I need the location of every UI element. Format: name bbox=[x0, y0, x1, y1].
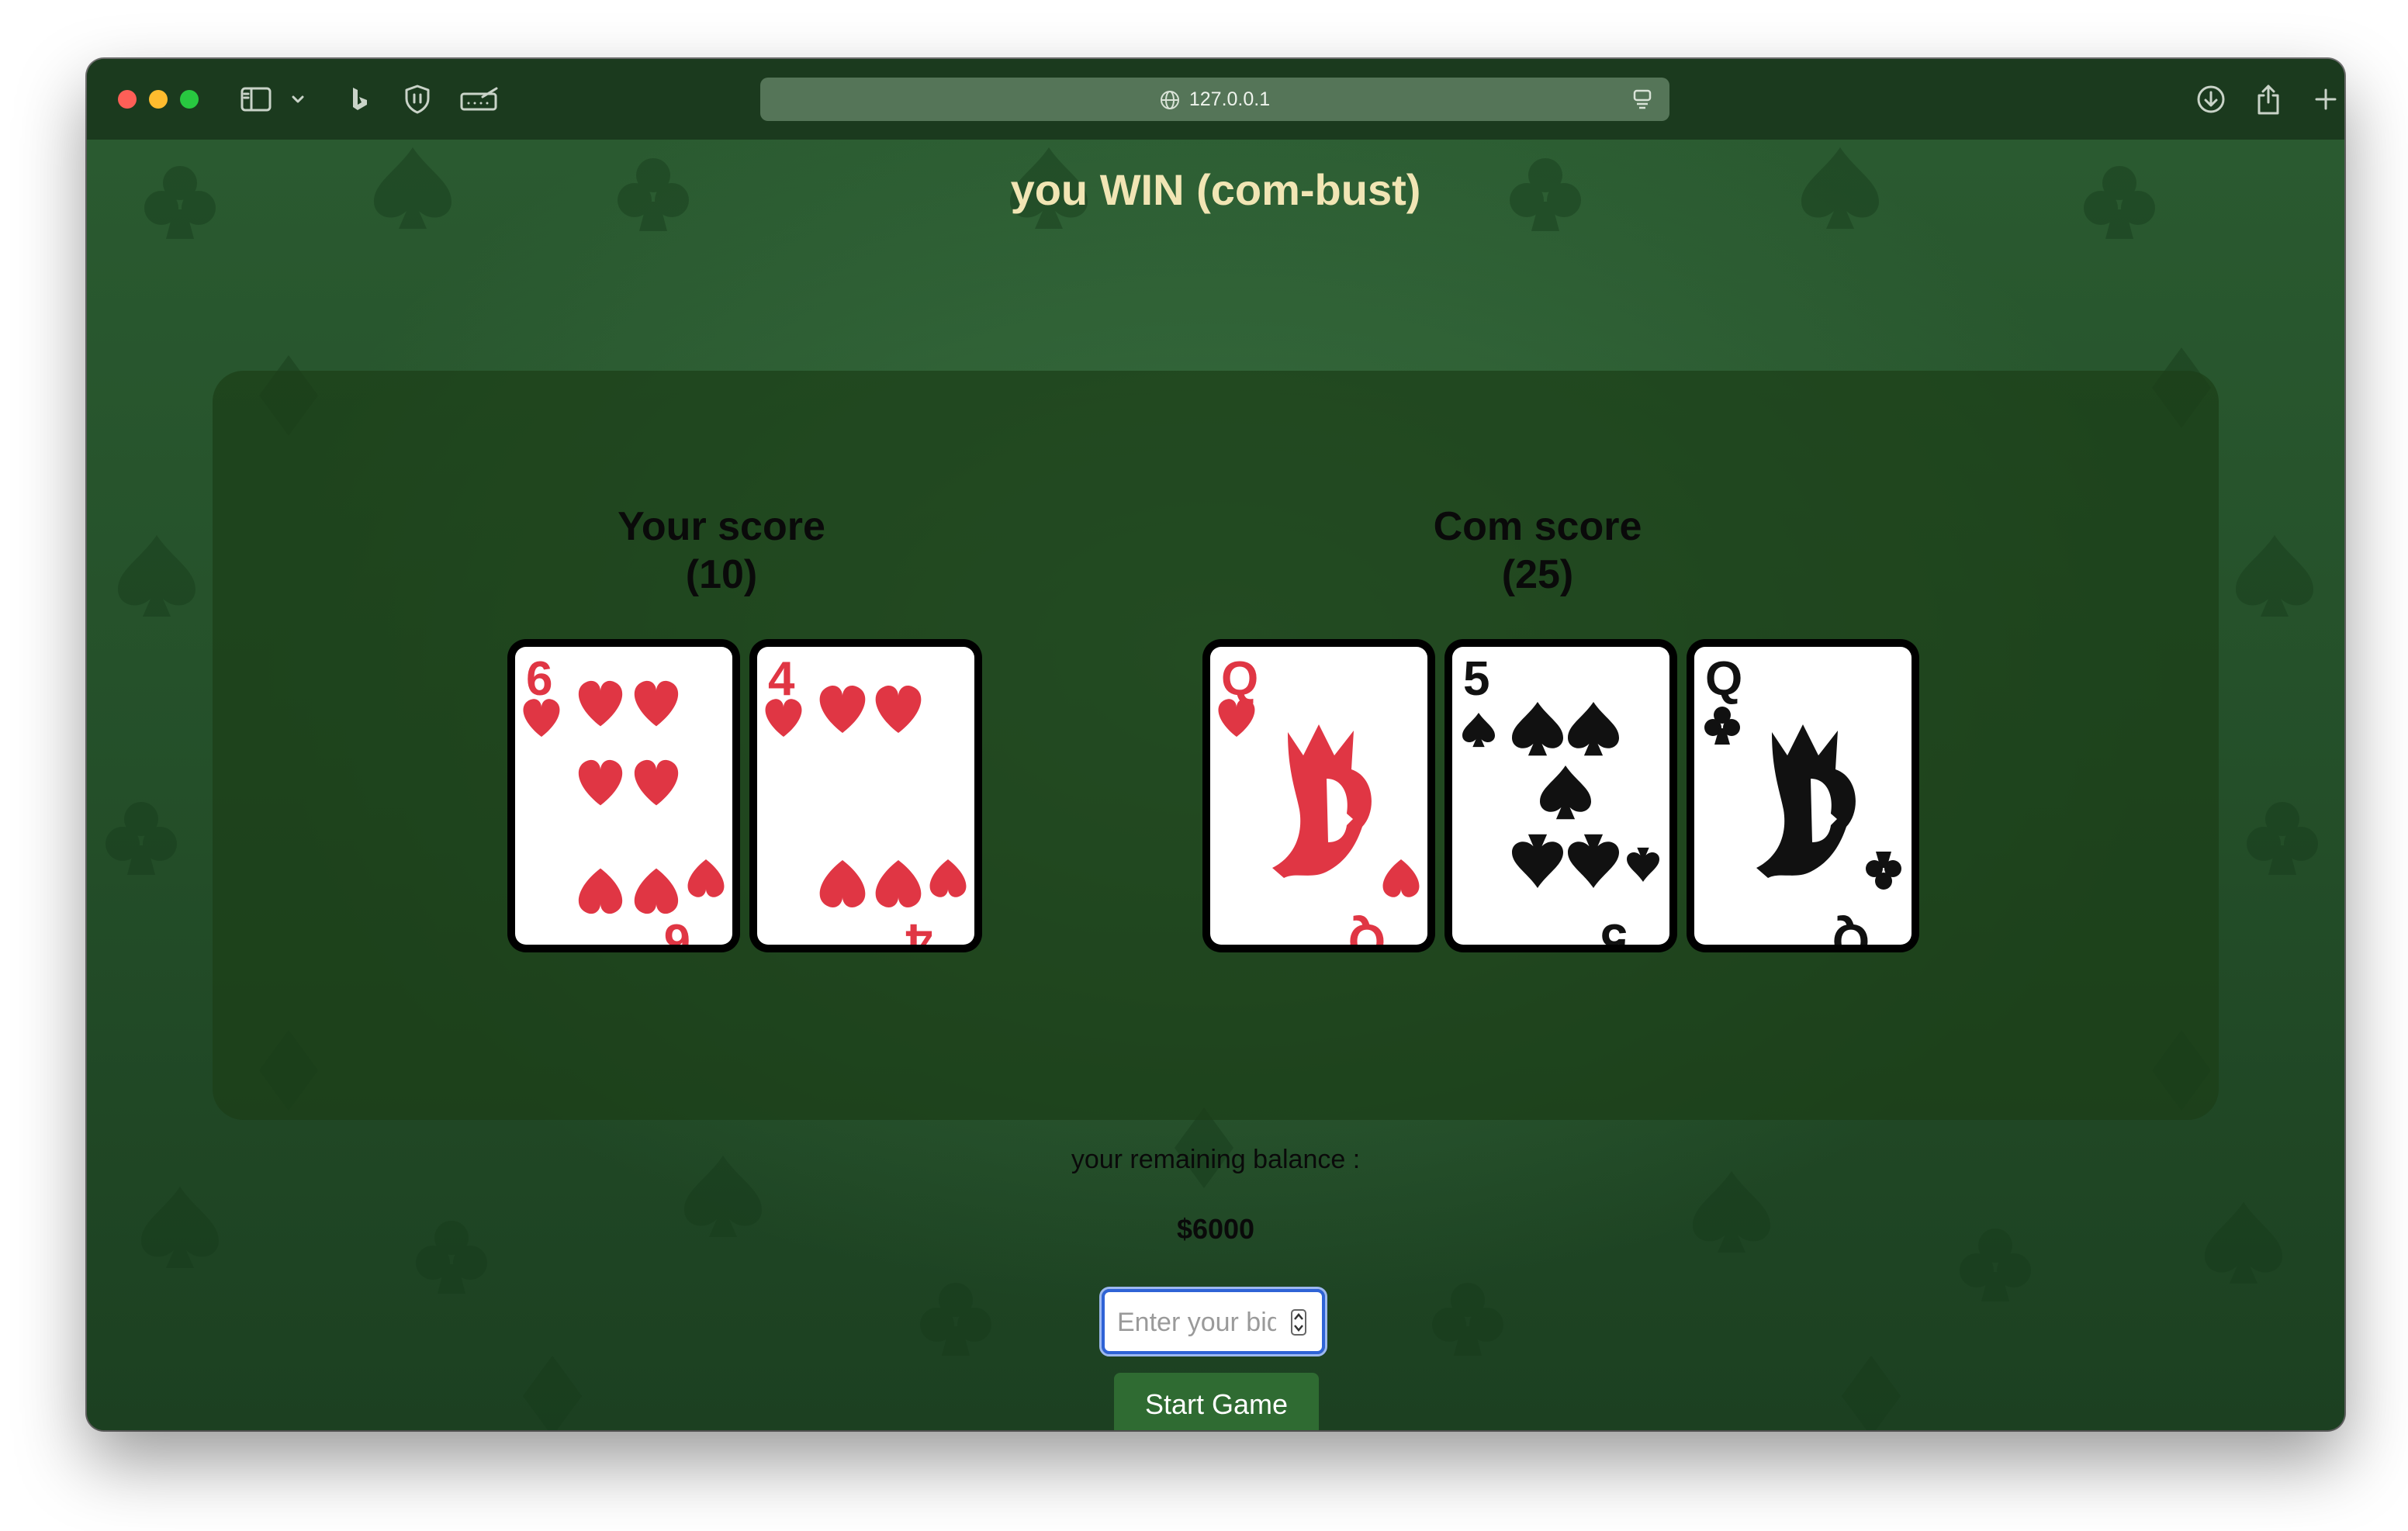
page-content: you WIN (com-bust) Your score (10) Com s… bbox=[87, 140, 2344, 1430]
card-rank-top: 4 bbox=[768, 652, 795, 706]
balance-label: your remaining balance : bbox=[1071, 1145, 1361, 1174]
card-rank-bottom: 6 bbox=[664, 914, 690, 945]
card-table-panel: Your score (10) Com score (25) 6 6 4 4 Q… bbox=[213, 371, 2219, 1120]
com-card-2: 5 5 bbox=[1444, 639, 1677, 952]
zoom-window-button[interactable] bbox=[180, 90, 199, 109]
browser-window: 127.0.0.1 you WIN (com-bust) Your score … bbox=[87, 59, 2344, 1430]
share-icon[interactable] bbox=[2253, 81, 2284, 118]
card-rank-bottom: 5 bbox=[1601, 914, 1628, 945]
card-rank-top: Q bbox=[1221, 652, 1258, 706]
game-result-title: you WIN (com-bust) bbox=[1010, 165, 1421, 214]
four-of-hearts-card-art: 4 4 bbox=[765, 652, 967, 945]
globe-icon bbox=[1160, 91, 1179, 109]
bid-input-field[interactable] bbox=[1099, 1287, 1327, 1356]
player-score-value: (10) bbox=[685, 552, 758, 597]
six-of-hearts-card-art: 6 6 bbox=[523, 652, 725, 945]
new-tab-icon[interactable] bbox=[2310, 81, 2341, 118]
number-stepper-icon[interactable] bbox=[1291, 1309, 1306, 1336]
bing-icon[interactable] bbox=[343, 81, 377, 118]
address-bar[interactable]: 127.0.0.1 bbox=[760, 78, 1669, 121]
sidebar-icon[interactable] bbox=[237, 81, 275, 118]
card-rank-bottom: 4 bbox=[905, 914, 932, 945]
balance-value: $6000 bbox=[1176, 1213, 1255, 1245]
com-card-1: Q Q bbox=[1202, 639, 1435, 952]
card-rank-bottom: Q bbox=[1348, 914, 1386, 945]
bid-input[interactable] bbox=[1116, 1292, 1289, 1353]
close-window-button[interactable] bbox=[118, 90, 137, 109]
card-rank-top: 6 bbox=[526, 652, 552, 706]
start-game-button[interactable]: Start Game bbox=[1114, 1373, 1319, 1430]
player-card-2: 4 4 bbox=[749, 639, 982, 952]
shield-icon[interactable] bbox=[400, 81, 434, 118]
card-rank-bottom: Q bbox=[1832, 914, 1870, 945]
player-score-block: Your score (10) bbox=[489, 503, 954, 599]
com-score-block: Com score (25) bbox=[1305, 503, 1770, 599]
com-card-3: Q Q bbox=[1687, 639, 1919, 952]
chevron-down-icon[interactable] bbox=[287, 81, 309, 118]
card-rank-top: Q bbox=[1705, 652, 1742, 706]
player-card-1: 6 6 bbox=[507, 639, 740, 952]
page-menu-icon[interactable] bbox=[1632, 88, 1652, 114]
com-score-value: (25) bbox=[1501, 552, 1574, 597]
card-rank-top: 5 bbox=[1463, 652, 1489, 706]
reader-icon[interactable] bbox=[458, 81, 501, 118]
minimize-window-button[interactable] bbox=[149, 90, 168, 109]
url-text: 127.0.0.1 bbox=[760, 78, 1669, 121]
five-of-spades-card-art: 5 5 bbox=[1462, 652, 1659, 945]
com-score-label: Com score bbox=[1433, 504, 1642, 549]
url-value: 127.0.0.1 bbox=[1188, 88, 1271, 110]
player-score-label: Your score bbox=[618, 504, 825, 549]
queen-of-hearts-card-art: Q Q bbox=[1218, 652, 1420, 945]
download-icon[interactable] bbox=[2194, 81, 2228, 118]
queen-of-clubs-card-art: Q Q bbox=[1704, 652, 1901, 945]
browser-toolbar: 127.0.0.1 bbox=[87, 59, 2344, 140]
